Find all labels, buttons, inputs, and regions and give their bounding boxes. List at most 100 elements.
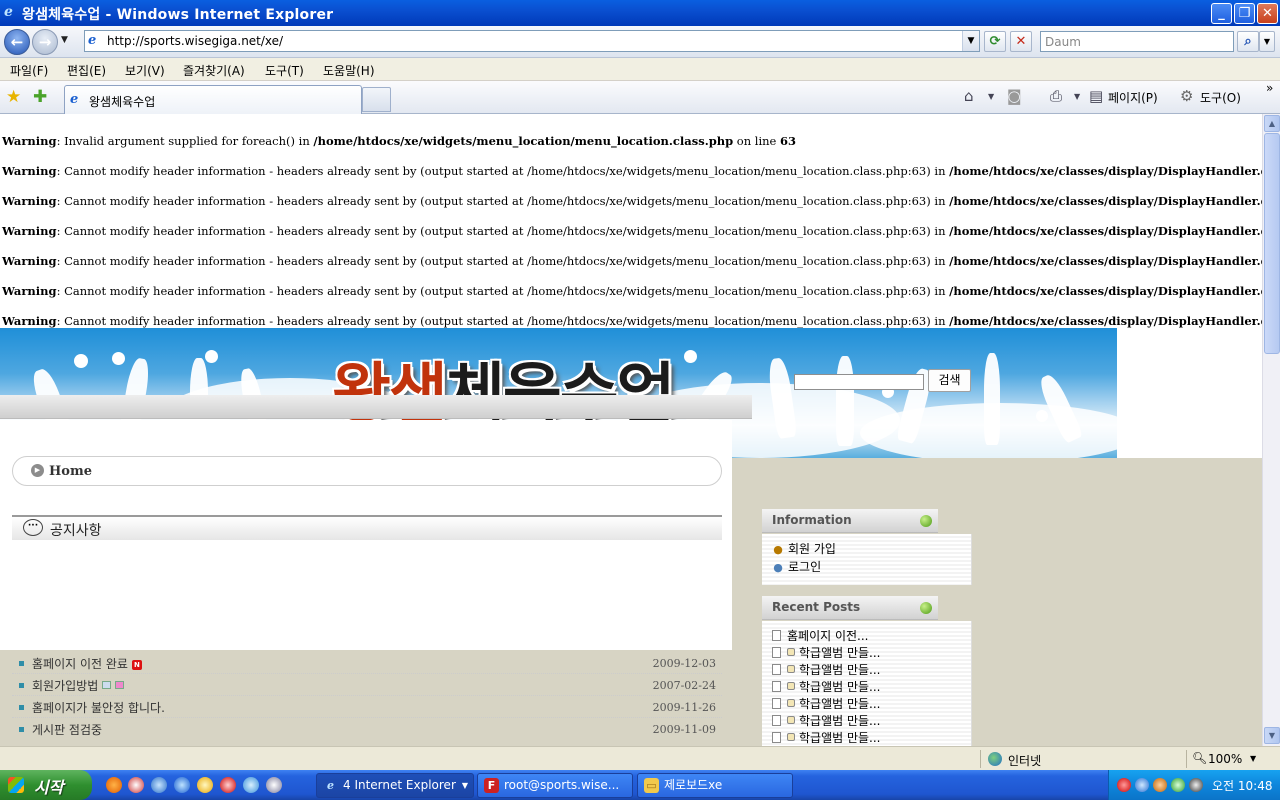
menu-favorites[interactable]: 즐겨찾기(A) [183, 62, 245, 79]
list-item[interactable]: 홈페이지 이전 완료 N 2009-12-03 [12, 652, 722, 674]
recent-post-item[interactable]: 학급앨범 만들... [772, 644, 881, 661]
lock-icon [787, 733, 795, 741]
vertical-scrollbar[interactable]: ▲ ▼ [1262, 114, 1280, 746]
search-input[interactable]: Daum [1040, 31, 1234, 52]
menu-view[interactable]: 보기(V) [125, 62, 165, 79]
taskbar-item-ssh[interactable]: F root@sports.wise... [477, 773, 633, 798]
firefox-icon[interactable] [106, 777, 122, 793]
scroll-down-icon[interactable]: ▼ [1264, 727, 1280, 744]
daum-icon[interactable] [128, 777, 144, 793]
start-button[interactable]: 시작 [0, 770, 92, 800]
tray-user-icon[interactable] [1189, 778, 1203, 792]
scroll-thumb[interactable] [1264, 133, 1280, 354]
print-dropdown-icon[interactable]: ▼ [1074, 92, 1080, 101]
site-search-button[interactable]: 검색 [928, 369, 971, 392]
notice-title[interactable]: 공지사항 [50, 520, 102, 540]
page-favicon-icon: e [88, 33, 97, 48]
search-button[interactable]: ⌕ [1237, 31, 1259, 52]
taskbar-item-label: 제로보드xe [664, 778, 723, 792]
list-item[interactable]: 게시판 점검중 2009-11-09 [12, 718, 722, 740]
signup-link[interactable]: ● 회원 가입 [772, 540, 836, 557]
tray-back-icon[interactable] [1135, 778, 1149, 792]
notice-item-date: 2009-11-26 [652, 701, 716, 714]
home-icon[interactable]: ⌂ [964, 87, 974, 105]
breadcrumb-home[interactable]: Home [49, 464, 92, 479]
menu-edit[interactable]: 편집(E) [67, 62, 106, 79]
favorites-star-icon[interactable]: ★ [6, 87, 21, 107]
list-item[interactable]: 홈페이지가 불안정 합니다. 2009-11-26 [12, 696, 722, 718]
notice-item-date: 2009-11-09 [652, 723, 716, 736]
media-icon[interactable] [220, 777, 236, 793]
stop-button[interactable]: ✕ [1010, 31, 1032, 52]
player-icon[interactable] [266, 777, 282, 793]
recent-post-item[interactable]: 학급앨범 만들... [772, 695, 881, 712]
login-label[interactable]: 로그인 [788, 560, 821, 574]
recent-posts-title: Recent Posts [772, 600, 861, 614]
window-title-bar[interactable]: e 왕샘체육수업 - Windows Internet Explorer _ ❐… [0, 0, 1280, 26]
notice-item-title[interactable]: 게시판 점검중 [32, 721, 102, 738]
recent-post-item[interactable]: 학급앨범 만들... [772, 661, 881, 678]
list-item[interactable]: 회원가입방법 2007-02-24 [12, 674, 722, 696]
address-dropdown-icon[interactable]: ▼ [962, 31, 979, 51]
content-header-bar [0, 395, 752, 419]
minimize-button[interactable]: _ [1211, 3, 1232, 24]
recent-post-item[interactable]: 홈페이지 이전... [772, 627, 869, 644]
recent-post-item[interactable]: 학급앨범 만들... [772, 678, 881, 695]
php-warning-line: Warning: Cannot modify header informatio… [2, 164, 1262, 178]
security-zone[interactable]: 인터넷 [1008, 752, 1041, 769]
play-circle-icon: ▶ [31, 464, 44, 477]
menu-file[interactable]: 파일(F) [10, 62, 48, 79]
menu-tools[interactable]: 도구(T) [265, 62, 304, 79]
menu-help[interactable]: 도움말(H) [323, 62, 375, 79]
taskbar-item-folder[interactable]: ▭ 제로보드xe [637, 773, 793, 798]
history-dropdown-icon[interactable]: ▼ [61, 35, 68, 45]
search-options-button[interactable]: ▼ [1259, 31, 1275, 52]
green-ball-icon [920, 602, 932, 614]
refresh-icon: ⟳ [989, 34, 1001, 49]
address-field[interactable]: e http://sports.wisegiga.net/xe/ ▼ [84, 30, 980, 52]
print-icon[interactable]: ⎙ [1050, 87, 1062, 105]
notice-item-title[interactable]: 홈페이지가 불안정 합니다. [32, 699, 165, 716]
bullet-icon [19, 705, 24, 710]
green-ball-icon [920, 515, 932, 527]
address-url[interactable]: http://sports.wisegiga.net/xe/ [107, 34, 283, 48]
ie-quicklaunch-icon[interactable] [174, 777, 190, 793]
notice-item-title[interactable]: 회원가입방법 [32, 679, 98, 693]
signup-label[interactable]: 회원 가입 [788, 542, 836, 556]
user-icon: ● [773, 561, 783, 574]
tray-alert-icon[interactable] [1117, 778, 1131, 792]
restore-button[interactable]: ❐ [1234, 3, 1255, 24]
tab-current[interactable]: e 왕샘체육수업 [64, 85, 362, 114]
tray-pen-icon[interactable] [1171, 778, 1185, 792]
document-icon [772, 681, 781, 692]
feeds-icon[interactable]: ◙ [1007, 87, 1022, 105]
tray-network-icon[interactable] [1153, 778, 1167, 792]
forward-button[interactable]: → [32, 29, 58, 55]
desktop-icon[interactable] [151, 777, 167, 793]
more-commands[interactable]: » [1266, 81, 1273, 95]
taskbar-clock[interactable]: 오전 10:48 [1212, 777, 1272, 794]
scroll-up-icon[interactable]: ▲ [1264, 115, 1280, 132]
refresh-button[interactable]: ⟳ [984, 31, 1006, 52]
messenger-icon[interactable] [243, 777, 259, 793]
lock-icon [787, 682, 795, 690]
recent-post-item[interactable]: 학급앨범 만들... [772, 712, 881, 729]
tools-menu[interactable]: 도구(O) [1200, 89, 1241, 106]
php-warning-line: Warning: Cannot modify header informatio… [2, 284, 1262, 298]
page-menu[interactable]: 페이지(P) [1108, 89, 1158, 106]
taskbar-item-ie[interactable]: e 4 Internet Explorer ▼ [316, 773, 474, 798]
home-dropdown-icon[interactable]: ▼ [988, 92, 994, 101]
clock-app-icon[interactable] [197, 777, 213, 793]
back-button[interactable]: ← [4, 29, 30, 55]
add-favorite-icon[interactable]: ✚ [33, 87, 47, 107]
recent-post-item[interactable]: 학급앨범 만들... [772, 729, 881, 746]
site-search-input[interactable] [794, 374, 924, 390]
login-link[interactable]: ● 로그인 [772, 558, 821, 575]
user-add-icon: ● [773, 543, 783, 556]
zoom-level[interactable]: 100% [1208, 752, 1242, 766]
notice-item-title[interactable]: 홈페이지 이전 완료 [32, 657, 128, 671]
new-tab-button[interactable] [362, 87, 391, 112]
close-button[interactable]: ✕ [1257, 3, 1278, 24]
zoom-dropdown-icon[interactable]: ▼ [1250, 754, 1256, 763]
filezilla-icon: F [484, 778, 499, 793]
